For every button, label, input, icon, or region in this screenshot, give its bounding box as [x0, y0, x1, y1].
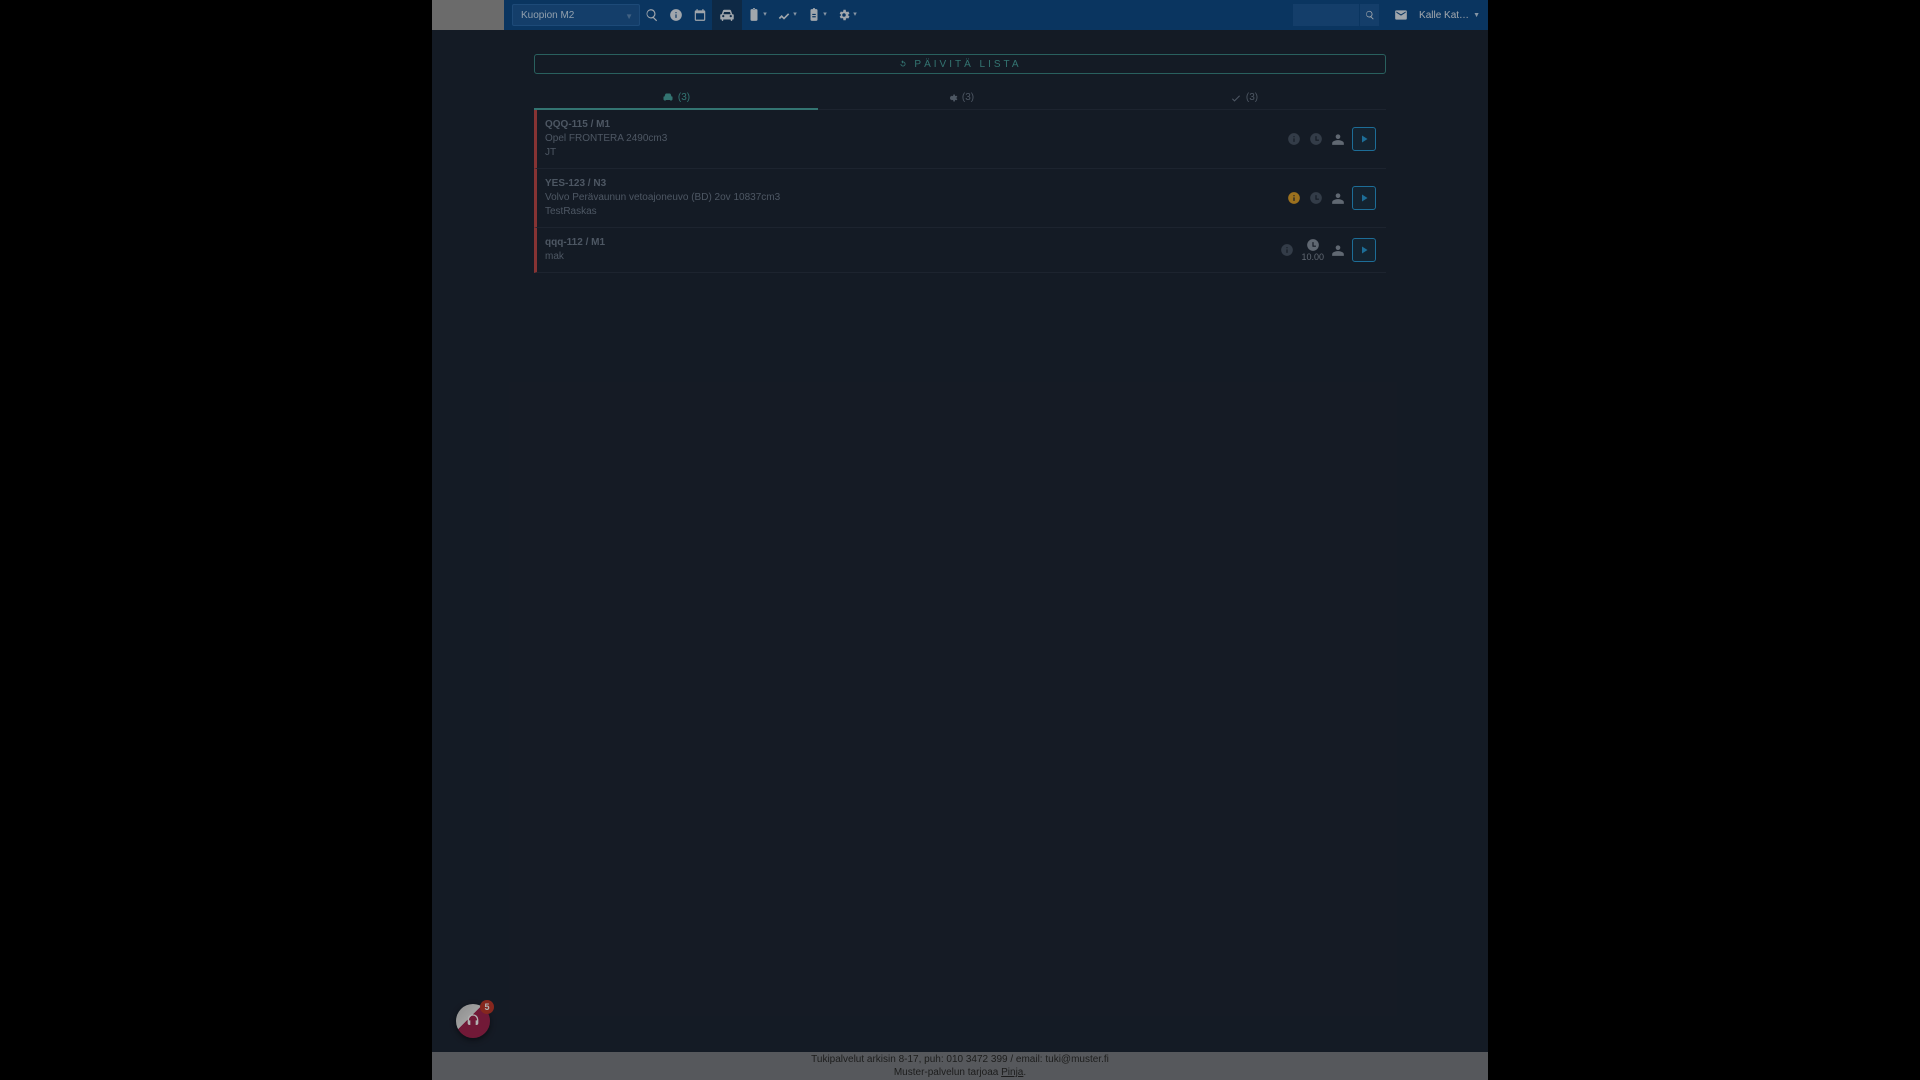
station-select[interactable]: Kuopion M2 ▼ — [512, 4, 640, 26]
brand-logo — [432, 0, 504, 30]
tab-done-count: (3) — [1246, 92, 1258, 103]
list-item-title: YES-123 / N3 — [545, 177, 780, 191]
info-icon[interactable] — [1286, 190, 1302, 206]
start-button[interactable] — [1352, 238, 1376, 262]
top-navbar: Kuopion M2 ▼ ▾ — [432, 0, 1488, 30]
nav-vehicle-icon[interactable] — [712, 0, 742, 30]
footer-provider-link[interactable]: Pinja — [1001, 1067, 1023, 1078]
refresh-icon — [898, 59, 908, 69]
time-indicator: 10.00 — [1301, 238, 1324, 262]
vehicle-list: QQQ-115 / M1Opel FRONTERA 2490cm3JT YES-1… — [534, 110, 1386, 273]
global-search — [1293, 4, 1379, 26]
tab-inprogress[interactable]: (3) — [818, 86, 1102, 110]
info-icon[interactable] — [1279, 242, 1295, 258]
nav-settings-dropdown[interactable]: ▾ — [832, 0, 862, 30]
clock-icon — [1308, 131, 1324, 147]
list-item-title: qqq-112 / M1 — [545, 236, 605, 250]
app-frame: Kuopion M2 ▼ ▾ — [432, 0, 1488, 1080]
footer: Tukipalvelut arkisin 8-17, puh: 010 3472… — [432, 1052, 1488, 1080]
tab-inprogress-count: (3) — [962, 92, 974, 103]
list-item[interactable]: QQQ-115 / M1Opel FRONTERA 2490cm3JT — [534, 110, 1386, 169]
start-button[interactable] — [1352, 186, 1376, 210]
chevron-down-icon: ▾ — [793, 10, 797, 18]
list-item-subtitle: mak — [545, 250, 605, 264]
list-item-author: JT — [545, 146, 667, 160]
nav-search-icon[interactable] — [640, 0, 664, 30]
chevron-down-icon: ▾ — [823, 10, 827, 18]
list-item[interactable]: qqq-112 / M1mak 10.00 — [534, 228, 1386, 273]
list-item-actions: 10.00 — [1279, 236, 1376, 264]
tab-waiting-count: (3) — [678, 92, 690, 103]
check-icon — [1230, 92, 1242, 104]
nav-mail-icon[interactable] — [1387, 8, 1415, 22]
chevron-down-icon: ▾ — [853, 10, 857, 18]
start-button[interactable] — [1352, 127, 1376, 151]
list-item-actions — [1286, 118, 1376, 160]
chevron-down-icon: ▼ — [1473, 12, 1480, 19]
nav-calendar-icon[interactable] — [688, 0, 712, 30]
list-item-actions — [1286, 177, 1376, 219]
chevron-down-icon: ▼ — [625, 12, 633, 21]
nav-clipboard-dropdown[interactable]: ▾ — [742, 0, 772, 30]
footer-support-text: Tukipalvelut arkisin 8-17, puh: 010 3472… — [811, 1053, 1109, 1066]
tab-done[interactable]: (3) — [1102, 86, 1386, 110]
nav-list-dropdown[interactable]: ▾ — [802, 0, 832, 30]
list-item-subtitle: Volvo Perävaunun vetoajoneuvo (BD) 2ov 1… — [545, 191, 780, 205]
global-search-button[interactable] — [1359, 4, 1379, 26]
support-widget-badge: 5 — [480, 1000, 494, 1014]
nav-chart-dropdown[interactable]: ▾ — [772, 0, 802, 30]
tab-waiting[interactable]: (3) — [534, 86, 818, 110]
list-item[interactable]: YES-123 / N3Volvo Perävaunun vetoajoneuv… — [534, 169, 1386, 228]
global-search-input[interactable] — [1293, 4, 1359, 26]
info-icon[interactable] — [1286, 131, 1302, 147]
list-item-title: QQQ-115 / M1 — [545, 118, 667, 132]
car-icon — [662, 91, 674, 103]
list-item-author: TestRaskas — [545, 205, 780, 219]
list-item-subtitle: Opel FRONTERA 2490cm3 — [545, 132, 667, 146]
footer-provider-text: Muster-palvelun tarjoaa Pinja. — [894, 1066, 1026, 1079]
status-tabs: (3) (3) (3) — [534, 86, 1386, 110]
gears-icon — [946, 92, 958, 104]
nav-info-icon[interactable] — [664, 0, 688, 30]
user-menu[interactable]: Kalle Kat… ▼ — [1419, 10, 1480, 21]
station-select-label: Kuopion M2 — [521, 10, 574, 21]
list-item-text: QQQ-115 / M1Opel FRONTERA 2490cm3JT — [537, 118, 667, 160]
main-content: PÄIVITÄ LISTA (3) (3) (3) QQQ-115 / M1Op… — [432, 30, 1488, 1052]
user-icon[interactable] — [1330, 190, 1346, 206]
refresh-list-label: PÄIVITÄ LISTA — [914, 59, 1021, 70]
user-menu-label: Kalle Kat… — [1419, 10, 1469, 21]
time-label: 10.00 — [1301, 252, 1324, 262]
headset-icon — [465, 1013, 481, 1029]
clock-icon — [1308, 190, 1324, 206]
list-item-text: YES-123 / N3Volvo Perävaunun vetoajoneuv… — [537, 177, 780, 219]
support-widget[interactable]: 5 — [456, 1004, 490, 1038]
user-icon[interactable] — [1330, 242, 1346, 258]
chevron-down-icon: ▾ — [763, 10, 767, 18]
list-item-text: qqq-112 / M1mak — [537, 236, 605, 264]
user-icon[interactable] — [1330, 131, 1346, 147]
refresh-list-button[interactable]: PÄIVITÄ LISTA — [534, 54, 1386, 74]
